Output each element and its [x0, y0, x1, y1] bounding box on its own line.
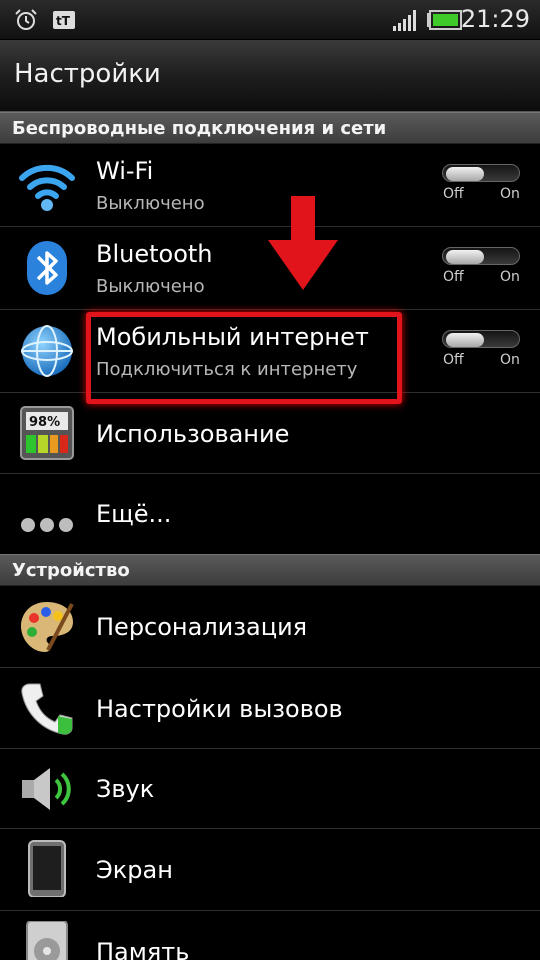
bluetooth-icon: [27, 241, 67, 295]
toggle-off-label: Off: [443, 186, 464, 202]
toggle-track: [442, 330, 520, 348]
item-subtitle: Выключено: [96, 193, 205, 214]
toggle-on-label: On: [500, 186, 520, 202]
settings-item-usage[interactable]: 98% Использование: [0, 393, 540, 474]
section-header-wireless: Беспроводные подключения и сети: [0, 112, 540, 144]
item-subtitle: Выключено: [96, 276, 205, 297]
section-title: Беспроводные подключения и сети: [12, 118, 387, 139]
wifi-toggle[interactable]: Off On: [442, 164, 522, 208]
item-label: Экран: [96, 856, 173, 884]
item-label: Ещё...: [96, 500, 172, 528]
more-dots-icon: [21, 518, 73, 532]
phone-icon: [21, 683, 73, 735]
usage-meter-icon: 98%: [20, 406, 74, 460]
item-label: Память: [96, 938, 190, 960]
mobile-internet-toggle[interactable]: Off On: [442, 330, 522, 374]
svg-text:tT: tT: [56, 14, 71, 28]
bluetooth-toggle[interactable]: Off On: [442, 247, 522, 291]
item-label: Использование: [96, 420, 290, 448]
page-title: Настройки: [14, 59, 161, 89]
usage-meter-text: 98%: [29, 415, 60, 430]
signal-icon: [393, 10, 416, 31]
settings-item-call-settings[interactable]: Настройки вызовов: [0, 668, 540, 749]
globe-icon: [21, 325, 73, 377]
screen-icon: [28, 840, 66, 897]
toggle-on-label: On: [500, 352, 520, 368]
item-label: Bluetooth: [96, 240, 213, 268]
alarm-icon: [15, 9, 37, 30]
battery-icon: [427, 10, 462, 30]
item-label: Wi-Fi: [96, 157, 154, 185]
toggle-off-label: Off: [443, 269, 464, 285]
status-time: 21:29: [460, 5, 530, 33]
highlight-box-annotation: [86, 312, 402, 404]
palette-icon: [21, 602, 74, 652]
item-label: Персонализация: [96, 613, 308, 641]
toggle-track: [442, 247, 520, 265]
toggle-knob: [446, 333, 484, 347]
settings-item-storage[interactable]: Память: [0, 911, 540, 960]
toggle-off-label: Off: [443, 352, 464, 368]
tt-app-icon: tT: [53, 11, 75, 29]
toggle-on-label: On: [500, 269, 520, 285]
settings-item-screen[interactable]: Экран: [0, 829, 540, 911]
storage-icon: [26, 921, 68, 960]
status-bar: tT 21:29: [0, 0, 540, 40]
item-label: Звук: [96, 775, 155, 803]
settings-item-sound[interactable]: Звук: [0, 749, 540, 829]
toggle-knob: [446, 250, 484, 264]
wifi-icon: [19, 164, 75, 211]
red-arrow-annotation: [268, 196, 338, 290]
section-title: Устройство: [12, 560, 130, 581]
speaker-icon: [22, 768, 71, 810]
title-bar: Настройки: [0, 40, 540, 112]
section-header-device: Устройство: [0, 554, 540, 586]
settings-item-more[interactable]: Ещё...: [0, 474, 540, 554]
toggle-track: [442, 164, 520, 182]
settings-item-personalization[interactable]: Персонализация: [0, 586, 540, 668]
item-label: Настройки вызовов: [96, 695, 343, 723]
toggle-knob: [446, 167, 484, 181]
